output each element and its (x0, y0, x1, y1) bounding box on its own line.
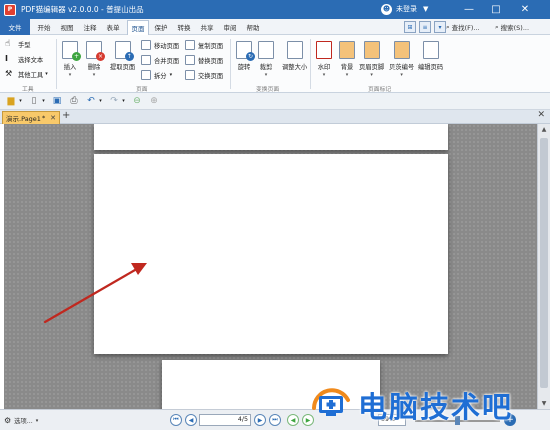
annotation-arrow (43, 263, 147, 324)
